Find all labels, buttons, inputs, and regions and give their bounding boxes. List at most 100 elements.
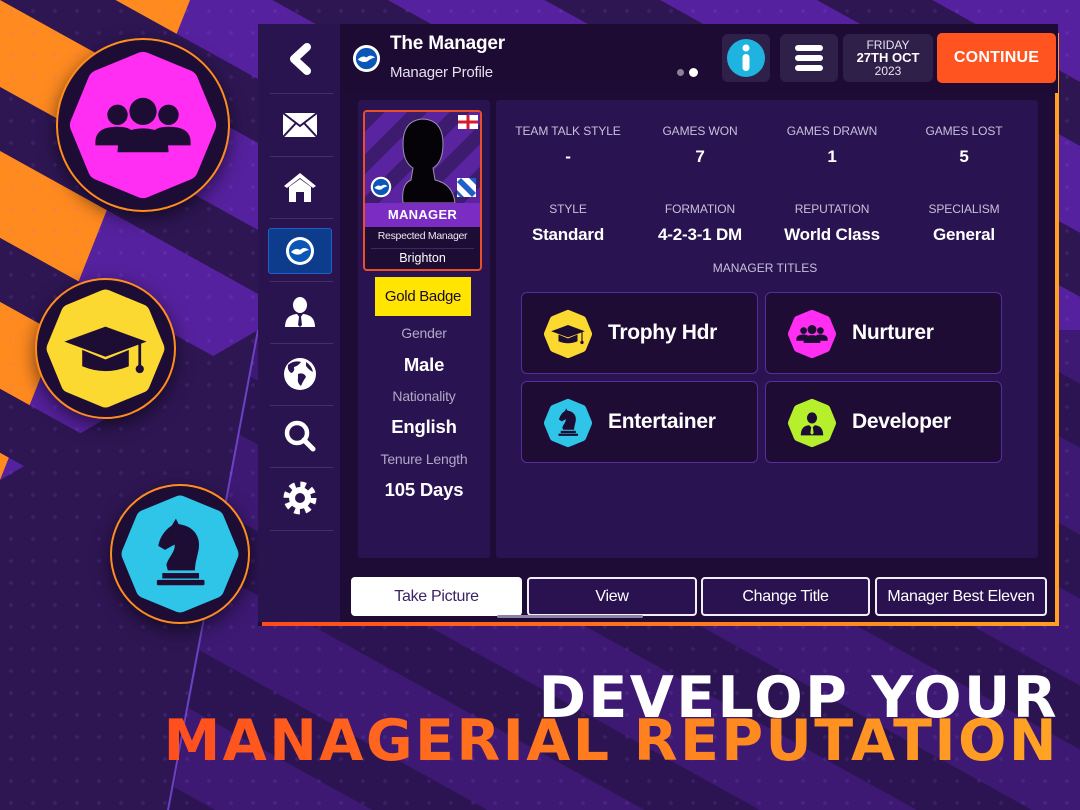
sidebar-item-inbox[interactable] [268,100,332,150]
title-card-trophy-hdr[interactable]: Trophy Hdr [521,292,758,374]
stat-value: 7 [695,147,705,166]
stat-reputation: REPUTATION World Class [766,202,898,245]
page-dot-2-active[interactable] [689,68,698,77]
nationality-label: Nationality [392,388,456,404]
gender-label: Gender [401,325,447,341]
stat-games-won: GAMES WON 7 [634,124,766,167]
stat-label: FORMATION [664,202,736,216]
brighton-crest-icon [286,237,314,265]
take-picture-button[interactable]: Take Picture [351,577,522,616]
manager-card[interactable]: MANAGER Respected Manager Brighton [363,110,482,271]
stat-value: 5 [959,147,969,166]
stat-team-talk-style: TEAM TALK STYLE - [502,124,634,167]
chess-knight-icon [121,495,239,613]
stat-value: Standard [531,225,605,244]
title-card-entertainer[interactable]: Entertainer [521,381,758,463]
brighton-crest-icon [352,44,381,73]
stat-games-drawn: GAMES DRAWN 1 [766,124,898,167]
manager-best-eleven-button[interactable]: Manager Best Eleven [875,577,1047,616]
search-icon [284,420,316,452]
promo-badge-nurturer [56,38,230,212]
tenure-label: Tenure Length [380,451,468,467]
sidebar-item-world[interactable] [268,349,332,399]
sidebar-divider [270,405,333,406]
people-group-icon [787,309,837,359]
stat-style: STYLE Standard [502,202,634,245]
title-label: Trophy Hdr [608,321,718,344]
info-icon [727,39,765,77]
frame-border-right [1055,33,1059,626]
sidebar-item-manager[interactable] [268,287,332,337]
gold-badge: Gold Badge [375,277,471,316]
graduation-cap-icon [46,289,165,408]
sidebar-divider [270,343,333,344]
stat-label: TEAM TALK STYLE [515,124,621,138]
stat-label: GAMES WON [662,124,738,138]
stat-value: - [565,147,571,166]
stat-label: GAMES LOST [925,124,1003,138]
mail-icon [282,112,318,138]
stat-value: General [933,225,995,244]
page-subtitle: Manager Profile [390,64,493,81]
card-reputation-title: Respected Manager [377,230,468,242]
horizontal-scrollbar[interactable] [497,615,643,618]
person-tie-icon [787,398,837,448]
title-label: Developer [852,410,951,433]
kit-icon [457,178,476,197]
chevron-left-icon [290,43,311,75]
stat-value: 1 [827,147,837,166]
sidebar-item-settings[interactable] [268,473,332,523]
stat-value: 4-2-3-1 DM [658,225,742,244]
card-club: Brighton [399,251,446,265]
gender-value: Male [403,354,445,375]
people-group-icon [69,51,217,199]
globe-icon [284,358,316,390]
card-divider [371,248,474,249]
person-tie-icon [285,297,315,327]
stat-label: REPUTATION [794,202,870,216]
sidebar-item-home[interactable] [268,162,332,212]
graduation-cap-icon [543,309,593,359]
promo-badge-trophy [35,278,176,419]
continue-button[interactable]: CONTINUE [937,33,1056,83]
england-flag-icon [458,115,478,129]
home-icon [284,173,316,202]
stat-label: STYLE [549,202,587,216]
sidebar-divider [270,93,333,94]
brighton-crest-icon [370,176,392,198]
change-title-button[interactable]: Change Title [701,577,870,616]
stat-games-lost: GAMES LOST 5 [898,124,1030,167]
title-card-developer[interactable]: Developer [765,381,1002,463]
info-button[interactable] [722,34,770,82]
frame-border-bottom [262,622,1059,626]
date-date: 27TH OCT [856,50,920,66]
title-card-nurturer[interactable]: Nurturer [765,292,1002,374]
title-label: Entertainer [608,410,716,433]
hamburger-menu-icon [795,45,823,71]
promo-badge-entertainer [110,484,250,624]
stat-formation: FORMATION 4-2-3-1 DM [634,202,766,245]
sidebar-item-search[interactable] [268,411,332,461]
chess-knight-icon [543,398,593,448]
promo-headline-line2: MANAGERIAL REPUTATION [163,708,1059,774]
back-button[interactable] [268,34,332,84]
menu-button[interactable] [780,34,838,82]
sidebar-item-club[interactable] [268,228,332,274]
title-label: Nurturer [852,321,934,344]
stat-label: GAMES DRAWN [786,124,878,138]
current-date: FRIDAY 27TH OCT 2023 [843,34,933,82]
nationality-value: English [391,416,457,437]
view-button[interactable]: View [527,577,697,616]
page-dot-1[interactable] [677,69,684,76]
page-title: The Manager [390,33,505,54]
sidebar-divider [270,467,333,468]
sidebar-divider [270,530,333,531]
tenure-value: 105 Days [384,479,464,500]
sidebar-divider [270,281,333,282]
sidebar-divider [270,156,333,157]
sidebar-divider [270,218,333,219]
card-role: MANAGER [365,203,480,227]
gear-icon [283,481,317,515]
stat-specialism: SPECIALISM General [898,202,1030,245]
stat-value: World Class [784,225,880,244]
